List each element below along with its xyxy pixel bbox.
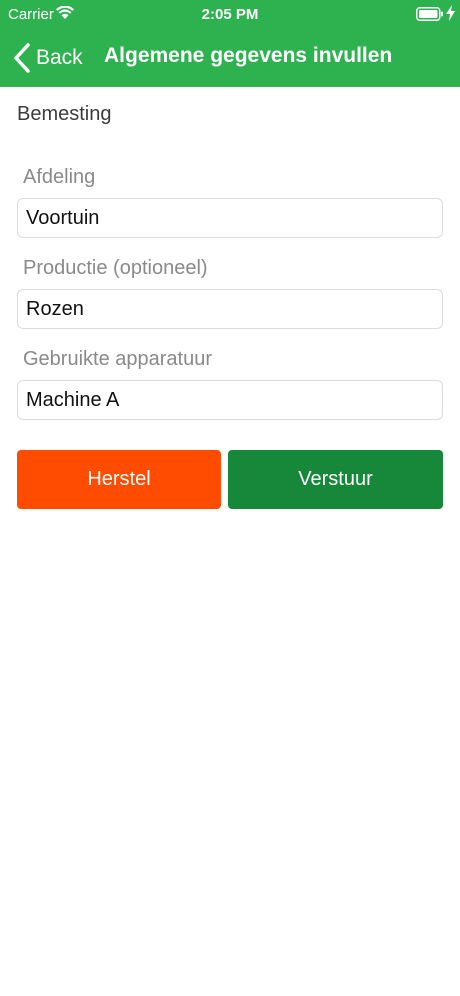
section-title: Bemesting (17, 103, 112, 125)
send-button[interactable]: Verstuur (228, 450, 443, 509)
status-time: 2:05 PM (201, 6, 259, 23)
navigation-bar: Back Algemene gegevens invullen (0, 30, 460, 87)
productie-label: Productie (optioneel) (23, 257, 208, 279)
chevron-left-icon (14, 43, 30, 73)
page-title: Algemene gegevens invullen (104, 44, 393, 67)
productie-input[interactable] (17, 289, 443, 329)
apparatuur-label: Gebruikte apparatuur (23, 348, 213, 370)
apparatuur-input[interactable] (17, 380, 443, 420)
app-header: Carrier 2:05 PM Back Algemene gegevens i… (0, 0, 460, 87)
reset-button[interactable]: Herstel (17, 450, 221, 509)
afdeling-label: Afdeling (23, 166, 96, 188)
back-button[interactable]: Back (12, 40, 83, 76)
back-label: Back (36, 46, 83, 69)
battery-icon (416, 7, 443, 21)
charging-icon (446, 5, 455, 21)
afdeling-input[interactable] (17, 198, 443, 238)
status-bar: Carrier 2:05 PM (0, 0, 460, 30)
